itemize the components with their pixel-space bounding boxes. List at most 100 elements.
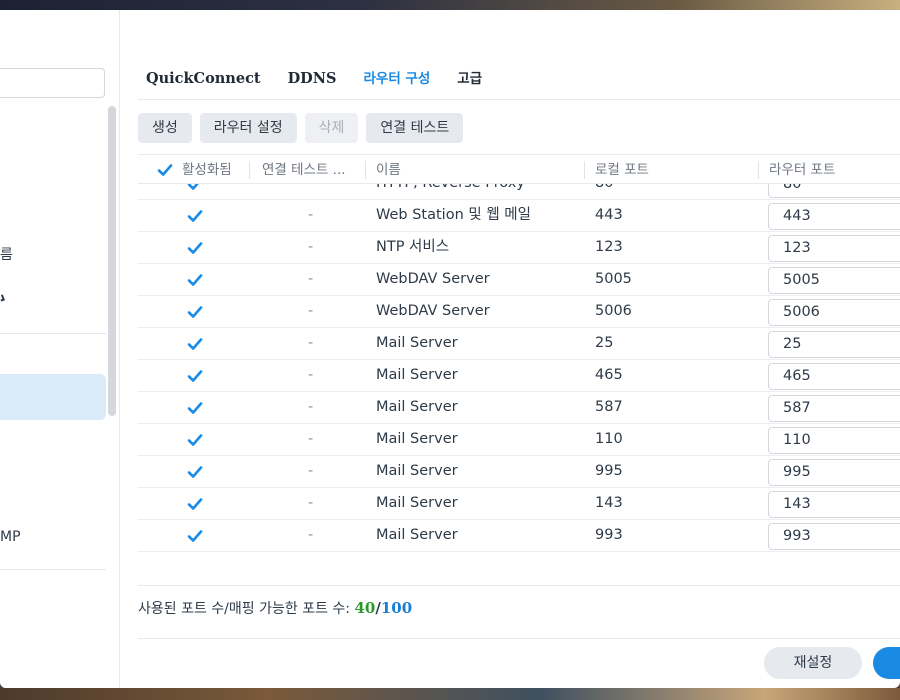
service-name: WebDAV Server <box>376 303 490 319</box>
checkbox-checked-icon[interactable] <box>186 184 204 193</box>
router-port-input[interactable]: 465 <box>768 363 900 390</box>
header-connection-test[interactable]: 연결 테스트 ... <box>262 155 362 185</box>
connection-test-button[interactable]: 연결 테스트 <box>366 113 464 143</box>
checkbox-checked-icon[interactable] <box>186 271 204 289</box>
header-router-port[interactable]: 라우터 포트 <box>769 155 899 185</box>
service-name: WebDAV Server <box>376 271 490 287</box>
service-name: NTP 서비스 <box>376 239 450 255</box>
service-name: Mail Server <box>376 335 458 351</box>
checkbox-checked-icon[interactable] <box>186 303 204 321</box>
apply-button[interactable] <box>873 647 900 679</box>
connection-status: - <box>308 271 314 287</box>
router-port-input[interactable]: 443 <box>768 203 900 230</box>
connection-status: - <box>308 399 314 415</box>
sidebar-item-partial-2[interactable] <box>0 282 104 312</box>
sidebar-divider <box>0 333 106 334</box>
local-port: 5005 <box>595 271 632 287</box>
sidebar-search-input[interactable] <box>0 68 105 98</box>
table-row[interactable]: - Mail Server 465 465 <box>138 360 900 392</box>
connection-status: - <box>308 431 314 447</box>
sidebar-item-snmp[interactable]: MP <box>0 522 104 552</box>
service-name: Web Station 및 웹 메일 <box>376 207 531 223</box>
checkbox-checked-icon[interactable] <box>186 239 204 257</box>
router-port-input[interactable]: 5006 <box>768 299 900 326</box>
toolbar: 생성 라우터 설정 삭제 연결 테스트 <box>138 113 471 143</box>
router-port-input[interactable]: 587 <box>768 395 900 422</box>
local-port: 443 <box>595 207 623 223</box>
table-row[interactable]: - Web Station 및 웹 메일 443 443 <box>138 200 900 232</box>
router-port-input[interactable]: 993 <box>768 523 900 550</box>
checkbox-checked-icon[interactable] <box>186 527 204 545</box>
router-port-input[interactable]: 5005 <box>768 267 900 294</box>
connection-status: - <box>308 463 314 479</box>
sidebar-item-partial-1[interactable]: 름 <box>0 240 104 270</box>
router-port-input[interactable]: 25 <box>768 331 900 358</box>
table-row[interactable]: - Mail Server 25 25 <box>138 328 900 360</box>
router-port-input[interactable]: 80 <box>768 184 900 198</box>
checkbox-checked-icon[interactable] <box>186 367 204 385</box>
router-port-input[interactable]: 123 <box>768 235 900 262</box>
checkbox-checked-icon[interactable] <box>186 431 204 449</box>
footer-divider <box>138 585 900 586</box>
connection-status: - <box>308 495 314 511</box>
checkbox-checked-icon[interactable] <box>186 463 204 481</box>
sidebar-item-label <box>0 294 5 302</box>
service-name: Mail Server <box>376 399 458 415</box>
local-port: 5006 <box>595 303 632 319</box>
connection-status: - <box>308 239 314 255</box>
create-button[interactable]: 생성 <box>138 113 192 143</box>
reset-button[interactable]: 재설정 <box>764 647 862 679</box>
delete-button[interactable]: 삭제 <box>304 113 359 143</box>
table-row[interactable]: - Mail Server 110 110 <box>138 424 900 456</box>
local-port: 110 <box>595 431 623 447</box>
service-name: HTTP, Reverse Proxy <box>376 184 525 200</box>
connection-status: - <box>308 184 313 200</box>
table-row[interactable]: - Mail Server 587 587 <box>138 392 900 424</box>
local-port: 465 <box>595 367 623 383</box>
port-usage-label: 사용된 포트 수/매핑 가능한 포트 수: <box>138 601 355 617</box>
table-row[interactable]: - HTTP, Reverse Proxy 80 80 <box>138 184 900 200</box>
header-local-port[interactable]: 로컬 포트 <box>595 155 745 185</box>
header-name[interactable]: 이름 <box>376 155 576 185</box>
select-all-checkbox-icon[interactable] <box>156 161 174 179</box>
connection-status: - <box>308 335 314 351</box>
router-port-input[interactable]: 110 <box>768 427 900 454</box>
tab-ddns[interactable]: DDNS <box>288 70 337 92</box>
router-settings-button[interactable]: 라우터 설정 <box>199 113 297 143</box>
local-port: 143 <box>595 495 623 511</box>
table-row[interactable]: - Mail Server 993 993 <box>138 520 900 552</box>
local-port: 25 <box>595 335 614 351</box>
used-port-count: 40 <box>354 599 376 617</box>
column-separator <box>365 161 366 179</box>
local-port: 587 <box>595 399 623 415</box>
table-header: 활성화됨 연결 테스트 ... 이름 로컬 포트 라우터 포트 <box>138 154 900 184</box>
router-port-input[interactable]: 995 <box>768 459 900 486</box>
checkbox-checked-icon[interactable] <box>186 335 204 353</box>
tab-quickconnect[interactable]: QuickConnect <box>146 70 261 92</box>
desktop-background-bottom <box>0 688 900 700</box>
table-row[interactable]: - Mail Server 143 143 <box>138 488 900 520</box>
sidebar-item-selected[interactable] <box>0 374 106 420</box>
router-port-input[interactable]: 143 <box>768 491 900 518</box>
connection-status: - <box>308 303 314 319</box>
table-row[interactable]: - WebDAV Server 5005 5005 <box>138 264 900 296</box>
desktop-background-top <box>0 0 900 10</box>
sidebar-scrollbar[interactable] <box>108 106 116 416</box>
sidebar-item-label: MP <box>0 529 21 545</box>
checkbox-checked-icon[interactable] <box>186 399 204 417</box>
column-separator <box>584 161 585 179</box>
header-enabled[interactable]: 활성화됨 <box>182 155 246 185</box>
tab-router-config[interactable]: 라우터 구성 <box>363 70 430 92</box>
tab-bar: QuickConnect DDNS 라우터 구성 고급 <box>146 70 509 92</box>
connection-status: - <box>308 527 314 543</box>
checkbox-checked-icon[interactable] <box>186 207 204 225</box>
checkbox-checked-icon[interactable] <box>186 495 204 513</box>
tab-advanced[interactable]: 고급 <box>457 70 482 92</box>
column-separator <box>249 161 250 179</box>
table-row[interactable]: - NTP 서비스 123 123 <box>138 232 900 264</box>
service-name: Mail Server <box>376 431 458 447</box>
table-row[interactable]: - WebDAV Server 5006 5006 <box>138 296 900 328</box>
sidebar-item-label: 름 <box>0 247 13 263</box>
table-row[interactable]: - Mail Server 995 995 <box>138 456 900 488</box>
local-port: 80 <box>595 184 613 200</box>
